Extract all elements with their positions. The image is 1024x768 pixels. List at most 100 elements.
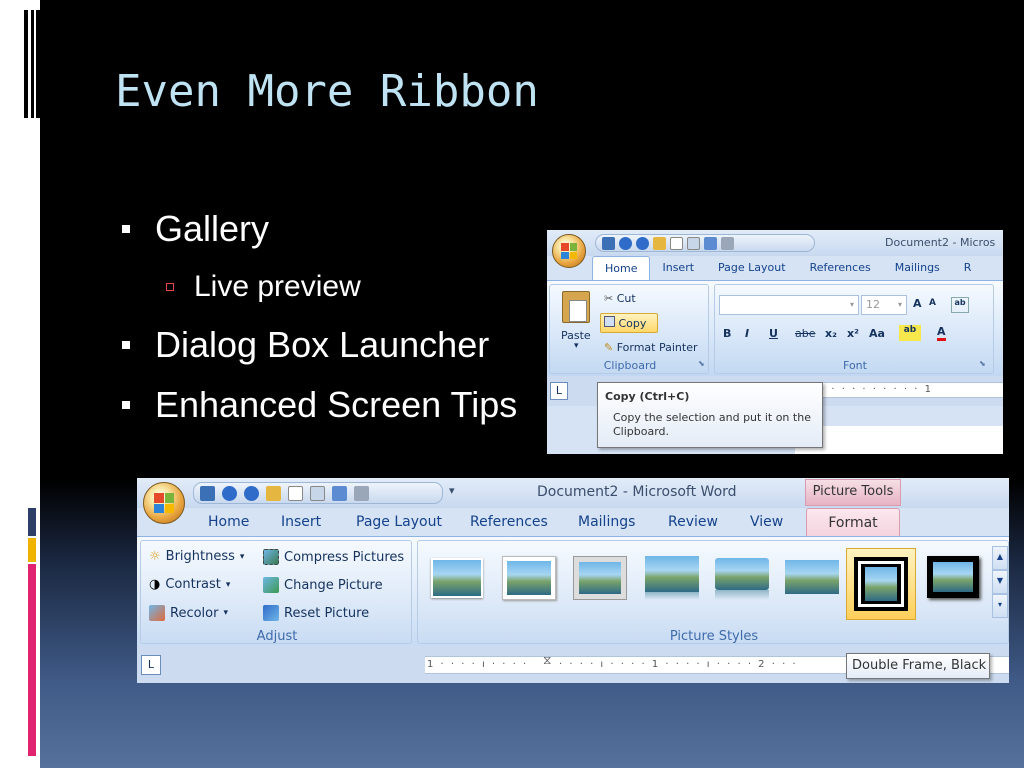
gallery-item[interactable] [502, 556, 556, 600]
picture-thumbnail [715, 558, 769, 590]
screentip-copy: Copy (Ctrl+C) Copy the selection and put… [597, 382, 823, 448]
gallery-item[interactable] [927, 556, 979, 598]
clipboard-dialog-launcher-icon[interactable]: ⬊ [698, 359, 705, 368]
tab-page-layout[interactable]: Page Layout [706, 256, 798, 280]
gallery-item[interactable] [785, 556, 839, 600]
open-icon[interactable] [266, 485, 281, 501]
tab-insert[interactable]: Insert [650, 256, 706, 280]
superscript-button[interactable]: x² [847, 327, 859, 340]
screentip-description: Copy the selection and put it on the Cli… [613, 411, 811, 438]
tab-home[interactable]: Home [592, 256, 651, 280]
font-dialog-launcher-icon[interactable]: ⬊ [979, 359, 986, 368]
word-ribbon-screenshot-home: Document2 - Micros Home Insert Page Layo… [547, 230, 1003, 454]
bullet-item: Enhanced Screen Tips [122, 384, 517, 426]
gallery-item[interactable] [715, 556, 769, 600]
strip-lines [24, 10, 40, 118]
chevron-down-icon: ▾ [223, 608, 228, 618]
gallery-item[interactable] [573, 556, 627, 600]
new-document-icon[interactable] [288, 485, 303, 501]
picture-thumbnail [579, 562, 621, 594]
office-button-icon[interactable] [143, 482, 185, 524]
gallery-scroll-down-icon[interactable]: ▼ [992, 570, 1008, 594]
subscript-button[interactable]: x₂ [825, 327, 837, 340]
indent-marker-icon[interactable]: ⧖ [543, 653, 551, 668]
underline-button[interactable]: U [769, 327, 778, 340]
font-group-label: Font [843, 359, 867, 372]
copy-icon [604, 316, 615, 327]
brightness-button[interactable]: ☼ Brightness ▾ [149, 549, 244, 564]
tab-review[interactable]: R [952, 256, 984, 280]
change-picture-icon [263, 577, 279, 593]
paste-dropdown-icon[interactable]: ▾ [574, 341, 579, 351]
grow-font-button[interactable]: A [913, 297, 922, 310]
tab-home[interactable]: Home [208, 508, 249, 536]
spelling-icon[interactable] [704, 236, 717, 250]
undo-icon[interactable] [222, 485, 237, 501]
bullet-item: Gallery [122, 208, 269, 250]
open-icon[interactable] [653, 236, 666, 250]
print-icon[interactable] [354, 485, 369, 501]
gallery-item-selected[interactable] [846, 548, 916, 620]
accent-bar-pink [28, 564, 36, 756]
strikethrough-button[interactable]: abe [795, 327, 816, 340]
tab-selector-button[interactable]: L [550, 382, 568, 400]
highlight-icon[interactable]: ab [899, 325, 921, 341]
paintbrush-icon: ✎ [604, 341, 614, 354]
picture-thumbnail [785, 560, 839, 594]
tab-references[interactable]: References [798, 256, 883, 280]
redo-icon[interactable] [636, 236, 649, 250]
save-icon[interactable] [602, 236, 615, 250]
tab-references[interactable]: References [470, 508, 548, 536]
change-picture-button[interactable]: Change Picture [263, 577, 383, 593]
gallery-scroll-up-icon[interactable]: ▲ [992, 546, 1008, 570]
contrast-button[interactable]: ◑ Contrast ▾ [149, 577, 230, 592]
document-area[interactable] [795, 426, 1003, 454]
office-button-icon[interactable] [552, 234, 586, 268]
gallery-more-icon[interactable]: ▾ [992, 594, 1008, 618]
tab-page-layout[interactable]: Page Layout [356, 508, 442, 536]
tab-mailings[interactable]: Mailings [883, 256, 952, 280]
tab-insert[interactable]: Insert [281, 508, 321, 536]
reset-picture-button[interactable]: Reset Picture [263, 605, 369, 621]
reflection-icon [715, 590, 769, 600]
tab-selector-button[interactable]: L [141, 655, 161, 675]
compress-pictures-button[interactable]: Compress Pictures [263, 549, 404, 565]
compress-icon [263, 549, 279, 565]
clear-formatting-icon[interactable]: ab [951, 297, 969, 313]
font-color-button[interactable]: A [937, 325, 946, 341]
font-size-field[interactable]: 12 ▾ [861, 295, 907, 315]
tab-format[interactable]: Format [806, 508, 900, 537]
print-icon[interactable] [721, 236, 734, 250]
tab-review[interactable]: Review [668, 508, 718, 536]
recolor-button[interactable]: Recolor ▾ [149, 605, 228, 621]
print-preview-icon[interactable] [310, 485, 325, 501]
italic-button[interactable]: I [745, 327, 749, 340]
format-painter-button[interactable]: ✎ Format Painter [604, 341, 698, 354]
picture-thumbnail [645, 556, 699, 592]
paste-icon[interactable] [562, 291, 590, 323]
contextual-tab-group-label: Picture Tools [805, 479, 901, 506]
window-title: Document2 - Micros [885, 236, 996, 249]
horizontal-ruler[interactable]: · · · · · · · · · · 1 [817, 382, 1003, 398]
save-icon[interactable] [200, 485, 215, 501]
change-case-button[interactable]: Aa [869, 327, 885, 340]
tab-mailings[interactable]: Mailings [578, 508, 635, 536]
screentip-style-name: Double Frame, Black [846, 653, 990, 679]
bold-button[interactable]: B [723, 327, 731, 340]
gallery-item[interactable] [645, 556, 699, 600]
tab-view[interactable]: View [750, 508, 783, 536]
cut-button[interactable]: ✂ Cut [604, 292, 636, 305]
print-preview-icon[interactable] [687, 236, 700, 250]
customize-qat-icon[interactable]: ▾ [449, 484, 455, 497]
picture-styles-group-label: Picture Styles [669, 629, 759, 644]
font-name-field[interactable]: ▾ [719, 295, 859, 315]
copy-button[interactable]: Copy [604, 316, 646, 330]
new-document-icon[interactable] [670, 236, 683, 250]
undo-icon[interactable] [619, 236, 632, 250]
contrast-icon: ◑ [149, 577, 161, 592]
shrink-font-button[interactable]: A [929, 298, 936, 308]
gallery-item[interactable] [431, 558, 483, 598]
window-title: Document2 - Microsoft Word [537, 484, 737, 500]
redo-icon[interactable] [244, 485, 259, 501]
spelling-icon[interactable] [332, 485, 347, 501]
